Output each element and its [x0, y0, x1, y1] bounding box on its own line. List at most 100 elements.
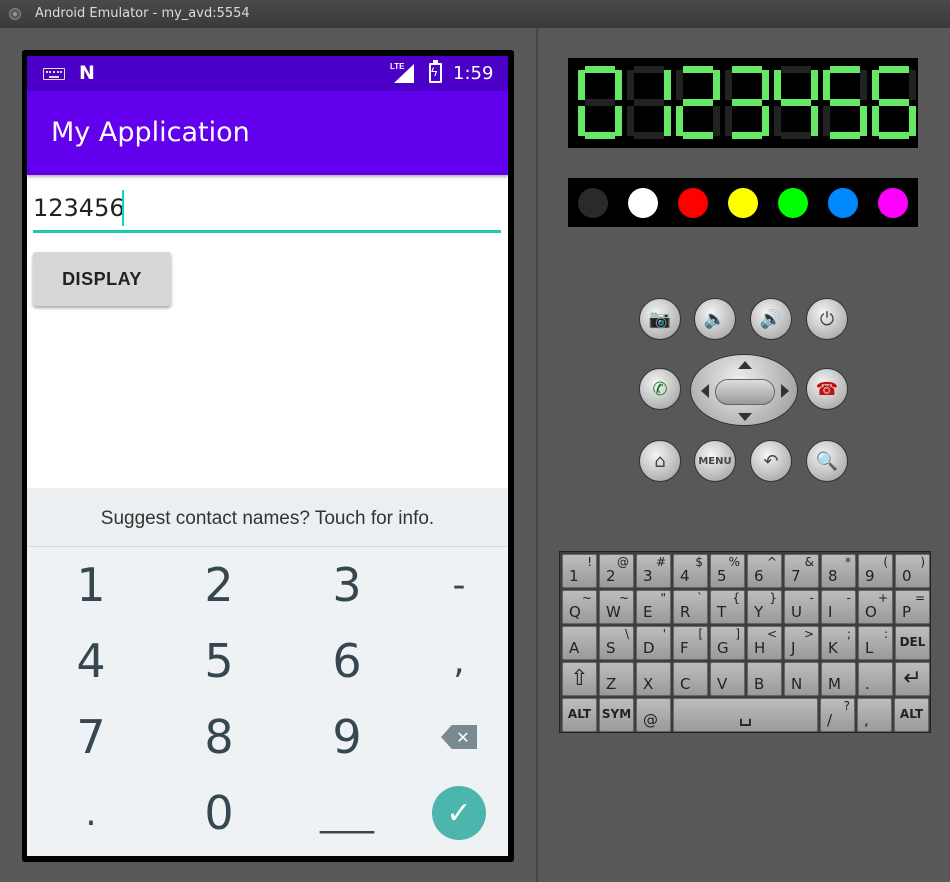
- hw-key[interactable]: ,: [857, 698, 892, 732]
- led-display: [568, 58, 918, 148]
- hw-key[interactable]: ALT: [562, 698, 597, 732]
- led-segment: [732, 99, 762, 106]
- key-2[interactable]: 2: [159, 547, 279, 623]
- hw-key[interactable]: T{: [710, 590, 745, 624]
- search-icon[interactable]: 🔍: [806, 440, 848, 482]
- hw-key[interactable]: H <: [747, 626, 782, 660]
- hw-key[interactable]: 3 #: [636, 554, 671, 588]
- hw-key[interactable]: ALT: [894, 698, 929, 732]
- hw-key-secondary: [: [698, 627, 703, 641]
- hw-key-label: /: [827, 711, 833, 729]
- key-3[interactable]: 3: [287, 547, 407, 623]
- call-icon[interactable]: ✆: [639, 368, 681, 410]
- key-7[interactable]: 7: [31, 699, 151, 775]
- key-0[interactable]: 0: [159, 775, 279, 851]
- hw-key-label: G: [717, 639, 729, 657]
- home-icon[interactable]: ⌂: [639, 440, 681, 482]
- hw-key[interactable]: V: [710, 662, 745, 696]
- key-5[interactable]: 5: [159, 623, 279, 699]
- hw-key[interactable]: C: [673, 662, 708, 696]
- hw-key[interactable]: E ": [636, 590, 671, 624]
- hw-key[interactable]: 6 ^: [747, 554, 782, 588]
- hw-key[interactable]: S \: [599, 626, 634, 660]
- hw-key[interactable]: M: [821, 662, 856, 696]
- device-screen[interactable]: N LTE 1:59 My Application 123456 DISPLAY…: [27, 56, 508, 856]
- hw-key[interactable]: O +: [858, 590, 893, 624]
- key-8[interactable]: 8: [159, 699, 279, 775]
- hw-key[interactable]: 2 @: [599, 554, 634, 588]
- led-digit: [823, 66, 867, 140]
- hw-key[interactable]: K;: [821, 626, 856, 660]
- hw-key[interactable]: SYM: [599, 698, 634, 732]
- dpad[interactable]: [690, 354, 798, 426]
- hw-key[interactable]: 4 $: [673, 554, 708, 588]
- hw-key[interactable]: Q ~: [562, 590, 597, 624]
- led-segment: [879, 132, 909, 139]
- end-call-icon[interactable]: ☎: [806, 368, 848, 410]
- hw-key[interactable]: L:: [858, 626, 893, 660]
- hw-key[interactable]: @: [636, 698, 671, 732]
- hw-key[interactable]: ␣: [673, 698, 818, 732]
- number-input[interactable]: 123456: [33, 186, 501, 233]
- hw-key[interactable]: D ': [636, 626, 671, 660]
- hw-key[interactable]: R `: [673, 590, 708, 624]
- led-digit: [676, 66, 720, 140]
- hw-key-secondary: `: [697, 591, 703, 605]
- led-segment: [872, 106, 879, 136]
- volume-up-icon[interactable]: 🔊: [750, 298, 792, 340]
- hw-key[interactable]: 7 &: [784, 554, 819, 588]
- key-6[interactable]: 6: [287, 623, 407, 699]
- hw-key[interactable]: 1!: [562, 554, 597, 588]
- dpad-down-icon[interactable]: [738, 413, 752, 421]
- key-4[interactable]: 4: [31, 623, 151, 699]
- back-icon[interactable]: ↶: [750, 440, 792, 482]
- key-period[interactable]: .: [31, 775, 151, 851]
- hw-key[interactable]: J >: [784, 626, 819, 660]
- hw-key[interactable]: N: [784, 662, 819, 696]
- text-cursor: [122, 190, 124, 226]
- hw-key[interactable]: .: [858, 662, 893, 696]
- camera-icon[interactable]: 📷: [639, 298, 681, 340]
- hw-key[interactable]: W ~: [599, 590, 634, 624]
- close-icon[interactable]: [9, 8, 21, 20]
- hw-key[interactable]: 9(: [858, 554, 893, 588]
- hw-key[interactable]: Y}: [747, 590, 782, 624]
- key-space[interactable]: ___: [287, 775, 407, 851]
- hw-key-label: 4: [680, 567, 690, 585]
- key-9[interactable]: 9: [287, 699, 407, 775]
- display-button[interactable]: DISPLAY: [33, 252, 171, 306]
- hw-key[interactable]: F[: [673, 626, 708, 660]
- hw-key[interactable]: ⇧: [562, 662, 597, 696]
- color-indicator-bar: [568, 178, 918, 227]
- key-1[interactable]: 1: [31, 547, 151, 623]
- menu-button[interactable]: MENU: [694, 440, 736, 482]
- dpad-up-icon[interactable]: [738, 361, 752, 369]
- volume-down-icon[interactable]: 🔈: [694, 298, 736, 340]
- backspace-key[interactable]: ✕: [399, 699, 508, 775]
- hw-key-label: D: [643, 639, 655, 657]
- hw-key[interactable]: X: [636, 662, 671, 696]
- power-icon[interactable]: ⏻: [806, 298, 848, 340]
- led-segment: [725, 106, 732, 136]
- hw-key[interactable]: B: [747, 662, 782, 696]
- hw-key[interactable]: Z: [599, 662, 634, 696]
- done-key[interactable]: ✓: [399, 775, 508, 851]
- key-comma[interactable]: ,: [399, 623, 508, 699]
- hw-key[interactable]: 5%: [710, 554, 745, 588]
- hw-key[interactable]: 8 *: [821, 554, 856, 588]
- hw-key[interactable]: I-: [821, 590, 856, 624]
- key-minus[interactable]: -: [399, 547, 508, 623]
- hw-key[interactable]: U-: [784, 590, 819, 624]
- dpad-right-icon[interactable]: [781, 384, 789, 398]
- dpad-left-icon[interactable]: [701, 384, 709, 398]
- keyboard-suggestion-bar[interactable]: Suggest contact names? Touch for info.: [27, 488, 508, 547]
- hw-key[interactable]: P =: [895, 590, 930, 624]
- hw-key[interactable]: A: [562, 626, 597, 660]
- dpad-center-button[interactable]: [715, 379, 775, 405]
- hw-key[interactable]: 0): [895, 554, 930, 588]
- hw-key[interactable]: G]: [710, 626, 745, 660]
- hw-key[interactable]: /?: [820, 698, 855, 732]
- hw-key[interactable]: DEL: [895, 626, 930, 660]
- hw-key-secondary: +: [877, 591, 888, 605]
- hw-key[interactable]: ↵: [895, 662, 930, 696]
